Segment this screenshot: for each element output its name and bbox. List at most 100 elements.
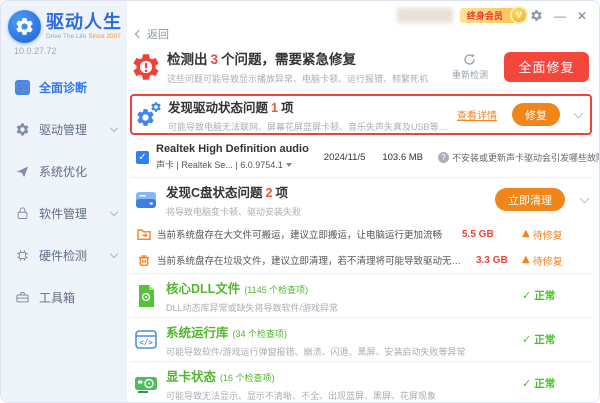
check-title: 核心DLL文件(1145 个检查项) — [166, 278, 515, 297]
toolbox-icon — [15, 290, 30, 305]
chip-icon — [15, 248, 30, 263]
blurred-account-name — [397, 8, 453, 23]
sidebar-item-toolbox[interactable]: 工具箱 — [1, 276, 127, 318]
back-button[interactable]: 返回 — [127, 25, 599, 43]
chevron-left-icon — [135, 30, 143, 38]
sidebar-item-label: 系统优化 — [39, 163, 87, 180]
driver-faq-link[interactable]: ? 不安装或更新声卡驱动会引发哪些故障 — [438, 151, 600, 164]
question-icon: ? — [438, 152, 449, 163]
check-ok-icon: ✓ — [522, 289, 531, 302]
disk-item-status: ▲ 待修复 — [522, 253, 582, 268]
clean-now-button[interactable]: 立即清理 — [495, 188, 565, 211]
driver-problem-title: 发现驱动状态问题1项 — [168, 97, 451, 116]
disk-item-text: 当前系统盘存在垃圾文件，建议立即清理，若不清理将可能导致驱动无法正常安装 — [157, 253, 470, 267]
lock-icon — [15, 206, 30, 221]
diagnosis-monitor-icon — [15, 80, 30, 95]
close-icon[interactable]: ✕ — [577, 9, 587, 23]
refresh-icon — [463, 53, 476, 66]
check-subtitle: 可能导致软件/游戏运行弹窗报错、崩溃、闪退、黑屏、安装启动失败等异常 — [166, 345, 515, 358]
check-status: ✓ 正常 — [522, 332, 582, 347]
sidebar-item-system-optimize[interactable]: 系统优化 — [1, 150, 127, 192]
warning-triangle-icon: ▲ — [522, 255, 530, 265]
app-logo: 驱动人生 Drive The LifeSince 2007 — [1, 1, 127, 44]
disk-item-text: 当前系统盘存在大文件可搬运，建议立即搬运，让电脑运行更加流畅 — [157, 227, 442, 241]
chevron-down-icon[interactable] — [574, 108, 584, 118]
check-subtitle: DLL动态库异常或缺失将导致软件/游戏异常 — [166, 301, 515, 314]
gear-icon — [15, 122, 30, 137]
app-title: 驱动人生 — [46, 13, 122, 32]
driver-meta: 声卡 | Realtek Se... | 6.0.9754.1 — [156, 158, 283, 171]
folder-move-icon — [137, 227, 151, 241]
check-status: ✓ 正常 — [522, 288, 582, 303]
driver-item-row: ✓ Realtek High Definition audio 声卡 | Rea… — [130, 137, 592, 177]
repair-button[interactable]: 修复 — [512, 103, 560, 126]
driver-gears-icon — [135, 101, 162, 128]
disk-problem-title: 发现C盘状态问题2项 — [166, 182, 488, 201]
settings-gear-icon[interactable] — [530, 9, 543, 22]
sidebar-item-hardware-detect[interactable]: 硬件检测 — [1, 234, 127, 276]
runtime-check-section: </> 系统运行库(34 个检查项) 可能导致软件/游戏运行弹窗报错、崩溃、闪退… — [130, 318, 592, 361]
sidebar: 驱动人生 Drive The LifeSince 2007 10.0.27.72… — [1, 1, 127, 402]
disk-problem-count: 2 — [266, 186, 273, 200]
check-subtitle: 可能导致无法显示、显示不清晰、不全、出现蓝屏、黑屏、花屏现象 — [166, 389, 515, 402]
summary-subtitle: 这些问题可能导致显示播放异常、电脑卡顿、运行报错、频繁死机 — [167, 72, 452, 85]
check-ok-icon: ✓ — [522, 333, 531, 346]
disk-item-status: ▲ 待修复 — [522, 227, 582, 242]
member-badge-label: 终身会员 — [467, 9, 503, 22]
sidebar-item-driver-management[interactable]: 驱动管理 — [1, 108, 127, 150]
driver-size: 103.6 MB — [382, 152, 423, 163]
driver-date: 2024/11/5 — [324, 152, 366, 163]
disk-item-size: 3.3 GB — [476, 255, 516, 266]
recheck-label: 重新检测 — [452, 68, 488, 81]
app-since: Since 2007 — [88, 33, 121, 40]
recheck-button[interactable]: 重新检测 — [452, 53, 488, 81]
diagnosis-summary: 检测出3个问题，需要紧急修复 这些问题可能导致显示播放异常、电脑卡顿、运行报错、… — [130, 43, 592, 90]
driver-checkbox[interactable]: ✓ — [136, 151, 149, 164]
titlebar: 终身会员 V — ✕ — [127, 1, 599, 25]
check-count-note: (1145 个检查项) — [244, 285, 308, 295]
back-label: 返回 — [147, 26, 169, 42]
sidebar-item-label: 驱动管理 — [39, 121, 87, 138]
driver-problem-section: 发现驱动状态问题1项 可能导致电脑无法联网、屏幕花屏蓝屏卡顿、音乐失声失真及US… — [130, 94, 592, 135]
sidebar-item-software-management[interactable]: 软件管理 — [1, 192, 127, 234]
driver-problem-count: 1 — [271, 101, 278, 115]
chevron-down-icon[interactable] — [110, 207, 118, 215]
view-details-link[interactable]: 查看详情 — [457, 107, 497, 122]
check-count-note: (16 个检查项) — [220, 373, 275, 383]
summary-title: 检测出3个问题，需要紧急修复 — [167, 48, 452, 68]
sidebar-menu: 全面诊断 驱动管理 系统优化 软件管理 — [1, 66, 127, 318]
chevron-down-icon[interactable] — [110, 123, 118, 131]
app-logo-icon — [8, 10, 41, 43]
main-panel: 终身会员 V — ✕ 返回 — [127, 1, 599, 402]
chevron-down-icon[interactable] — [110, 249, 118, 257]
runtime-code-icon: </> — [133, 327, 159, 353]
check-count-note: (34 个检查项) — [233, 329, 288, 339]
sidebar-item-full-diagnosis[interactable]: 全面诊断 — [1, 66, 127, 108]
chevron-down-icon[interactable] — [580, 193, 590, 203]
fix-all-button[interactable]: 全面修复 — [504, 52, 589, 82]
warning-triangle-icon: ▲ — [522, 229, 530, 239]
sidebar-item-label: 硬件检测 — [39, 247, 87, 264]
sidebar-item-label: 软件管理 — [39, 205, 87, 222]
svg-text:</>: </> — [139, 338, 153, 347]
gpu-check-section: 显卡状态(16 个检查项) 可能导致无法显示、显示不清晰、不全、出现蓝屏、黑屏、… — [130, 362, 592, 403]
disk-problem-subtitle: 将导致电脑变卡顿、驱动安装失败 — [166, 205, 488, 218]
check-title: 系统运行库(34 个检查项) — [166, 322, 515, 341]
driver-problem-subtitle: 可能导致电脑无法联网、屏幕花屏蓝屏卡顿、音乐失声失真及USB等设备识别运行异常 — [168, 120, 451, 133]
diagnosis-content: 检测出3个问题，需要紧急修复 这些问题可能导致显示播放异常、电脑卡顿、运行报错、… — [127, 43, 599, 402]
minimize-icon[interactable]: — — [554, 9, 566, 23]
disk-item-large-files: 当前系统盘存在大文件可搬运，建议立即搬运，让电脑运行更加流畅 5.5 GB ▲ … — [130, 221, 592, 247]
app-window: 驱动人生 Drive The LifeSince 2007 10.0.27.72… — [0, 0, 600, 403]
sidebar-item-label: 工具箱 — [39, 289, 75, 306]
alert-gear-icon — [130, 51, 162, 83]
sidebar-item-label: 全面诊断 — [39, 79, 87, 96]
disk-icon — [133, 187, 159, 213]
disk-item-junk-files: 当前系统盘存在垃圾文件，建议立即清理，若不清理将可能导致驱动无法正常安装 3.3… — [130, 247, 592, 273]
disk-item-size: 5.5 GB — [462, 229, 502, 240]
divider — [130, 90, 592, 91]
driver-name: Realtek High Definition audio — [156, 143, 309, 155]
app-version: 10.0.27.72 — [1, 44, 127, 66]
dll-file-icon — [133, 283, 159, 309]
version-dropdown-icon[interactable] — [286, 163, 292, 167]
member-badge[interactable]: 终身会员 V — [460, 8, 519, 23]
